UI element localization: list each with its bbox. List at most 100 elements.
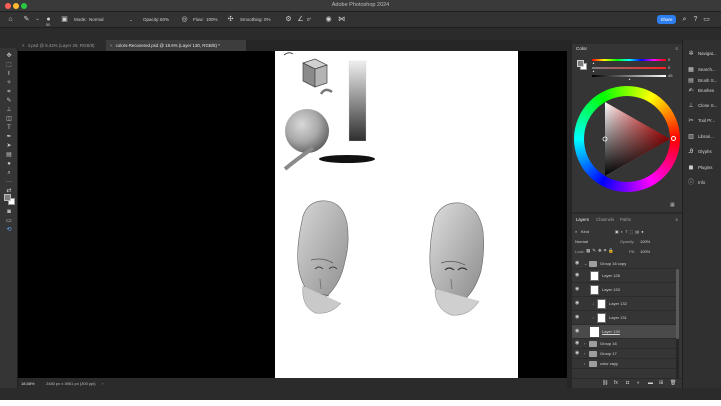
zoom-level[interactable]: 18.58%	[21, 381, 35, 386]
layers-scrollbar[interactable]	[676, 269, 679, 379]
tab-layers[interactable]: Layers	[576, 217, 589, 222]
more-tools-icon[interactable]: ···	[4, 178, 14, 186]
new-group-icon[interactable]: ▬	[648, 380, 653, 386]
filter-type-icons[interactable]: ▣◐T⬚▤●	[615, 229, 646, 234]
panel-menu-icon[interactable]: ≡	[675, 46, 678, 51]
dock-brushes[interactable]: ✍ Brushes	[687, 86, 714, 96]
adjustment-layer-icon[interactable]: ◐	[637, 380, 640, 386]
pen-tool-icon[interactable]: ✒	[4, 133, 14, 141]
close-icon[interactable]: ×	[110, 40, 113, 51]
hue-ring-marker[interactable]	[671, 136, 676, 141]
hue-slider[interactable]	[592, 59, 666, 61]
crop-tool-icon[interactable]: ⌗	[4, 88, 14, 96]
eye-icon[interactable]: ◉	[575, 329, 581, 334]
tab-document-4[interactable]: × 4.psd @ 6.42% (Layer 29, RGB/8)	[18, 40, 106, 51]
link-layers-icon[interactable]: ⛓	[602, 380, 608, 386]
layer-row[interactable]: ◉ Layer 133	[572, 283, 678, 297]
eye-icon[interactable]: ◉	[575, 287, 581, 292]
eye-icon[interactable]: ◉	[575, 273, 581, 278]
layer-opacity-value[interactable]: 100%	[640, 239, 650, 244]
brightness-slider-handle[interactable]: ▲	[628, 77, 631, 81]
layer-row-selected[interactable]: ◉ Layer 130	[572, 325, 678, 339]
path-selection-tool-icon[interactable]: ➤	[4, 142, 14, 150]
dock-navigator[interactable]: ✲ Navigat...	[687, 49, 716, 59]
eye-icon[interactable]: ◉	[575, 315, 581, 320]
dodge-tool-icon[interactable]: ●	[4, 160, 14, 168]
color-swatch-grid-icon[interactable]: ▦	[670, 202, 675, 208]
foreground-color-swatch[interactable]	[4, 194, 11, 201]
zoom-tool-icon[interactable]: ⌕	[4, 169, 14, 177]
add-mask-icon[interactable]: ◘	[626, 380, 629, 386]
opacity-value[interactable]: 60%	[160, 16, 169, 24]
eraser-tool-icon[interactable]: ◫	[4, 115, 14, 123]
workspace-icon[interactable]: ▭	[702, 15, 711, 24]
stamp-tool-icon[interactable]: ⊥	[4, 106, 14, 114]
blend-mode-dropdown[interactable]: Normal	[575, 239, 588, 244]
dock-brush-settings[interactable]: ▤ Brush S...	[687, 76, 717, 86]
move-tool-icon[interactable]: ✥	[4, 52, 14, 60]
dock-info[interactable]: ⓘ Info	[687, 178, 705, 188]
document-canvas[interactable]	[275, 51, 518, 378]
chevron-right-icon[interactable]: ›	[584, 341, 585, 346]
layer-row-group[interactable]: ◉ ⌄ Group 16 copy	[572, 259, 678, 269]
eye-icon[interactable]: ◉	[575, 261, 581, 266]
airbrush-icon[interactable]: ✣	[226, 15, 235, 24]
home-icon[interactable]: ⌂	[6, 15, 15, 24]
share-button[interactable]: Share	[657, 15, 676, 24]
tab-colors-recovered[interactable]: × colors-Recovered.psd @ 18.6% (Layer 130…	[106, 40, 246, 51]
color-panel-title[interactable]: Color	[576, 46, 587, 51]
scrollbar-thumb[interactable]	[676, 269, 679, 339]
lasso-tool-icon[interactable]: ℓ	[4, 70, 14, 78]
close-icon[interactable]: ×	[22, 40, 25, 51]
layer-style-icon[interactable]: fx	[614, 380, 618, 386]
dock-glyphs[interactable]: Ꭿ Glyphs	[687, 147, 712, 157]
hue-value[interactable]: 0	[668, 57, 678, 62]
layer-row-group[interactable]: ◉ › Group 16	[572, 339, 678, 349]
layer-row-group[interactable]: › color vayy	[572, 359, 678, 369]
magic-wand-tool-icon[interactable]: ✧	[4, 79, 14, 87]
search-icon[interactable]: ⌕	[680, 15, 689, 24]
help-icon[interactable]: ?	[691, 15, 700, 24]
saturation-brightness-triangle[interactable]	[584, 96, 670, 182]
angle-value[interactable]: 0°	[307, 16, 311, 24]
layer-row[interactable]: ◉ Layer 128	[572, 269, 678, 283]
gradient-tool-icon[interactable]: ▤	[4, 151, 14, 159]
tab-channels[interactable]: Channels	[596, 217, 614, 222]
chevron-down-icon[interactable]: ⌄	[584, 261, 587, 266]
eye-icon[interactable]: ◉	[575, 341, 581, 346]
dock-search[interactable]: ▦ Search...	[687, 65, 715, 75]
tab-paths[interactable]: Paths	[620, 217, 631, 222]
saturation-value[interactable]: 0	[668, 65, 678, 70]
symmetry-icon[interactable]: ⋈	[337, 15, 346, 24]
pressure-opacity-icon[interactable]: ◎	[180, 15, 189, 24]
foreground-color-swatch[interactable]	[577, 60, 584, 67]
saturation-slider-handle[interactable]: ▲	[592, 69, 595, 73]
canvas-area[interactable]	[18, 51, 567, 378]
lock-icons[interactable]: ▦✎✥⌗🔒	[586, 248, 616, 254]
type-tool-icon[interactable]: T	[4, 124, 14, 132]
brush-tool-icon[interactable]: ✎	[22, 15, 31, 24]
smoothing-value[interactable]: 0%	[264, 16, 271, 24]
trash-icon[interactable]: 🗑	[670, 380, 676, 386]
brush-settings-toggle-icon[interactable]: ▣	[60, 15, 69, 24]
hue-slider-handle[interactable]: ▲	[592, 61, 595, 65]
fill-value[interactable]: 100%	[640, 249, 650, 254]
filter-kind-dropdown[interactable]: Kind	[581, 229, 589, 234]
eye-icon[interactable]: ◉	[575, 301, 581, 306]
brightness-value[interactable]: 49	[668, 73, 678, 78]
brush-tool-icon[interactable]: ✎	[4, 97, 14, 105]
flow-value[interactable]: 100%	[206, 16, 218, 24]
chevron-down-icon[interactable]: ⌄	[33, 15, 42, 24]
layer-row[interactable]: ◉ ↓ Layer 132	[572, 297, 678, 311]
marquee-tool-icon[interactable]: ⬚	[4, 61, 14, 69]
panel-menu-icon[interactable]: ≡	[675, 217, 678, 222]
chevron-right-icon[interactable]: ›	[584, 361, 585, 366]
layer-row[interactable]: ◉ ↓ Layer 131	[572, 311, 678, 325]
screen-mode-icon[interactable]: ▭	[4, 217, 14, 225]
content-credentials-icon[interactable]: ⟲	[4, 226, 14, 234]
dock-clone-source[interactable]: ⊥ Clone S...	[687, 101, 717, 111]
gear-icon[interactable]: ⚙	[284, 15, 293, 24]
mode-dropdown[interactable]: Normal ⌄	[89, 16, 134, 24]
dock-plugins[interactable]: ◼ Plugins	[687, 163, 713, 173]
dock-libraries[interactable]: ▥ Librari...	[687, 132, 714, 142]
